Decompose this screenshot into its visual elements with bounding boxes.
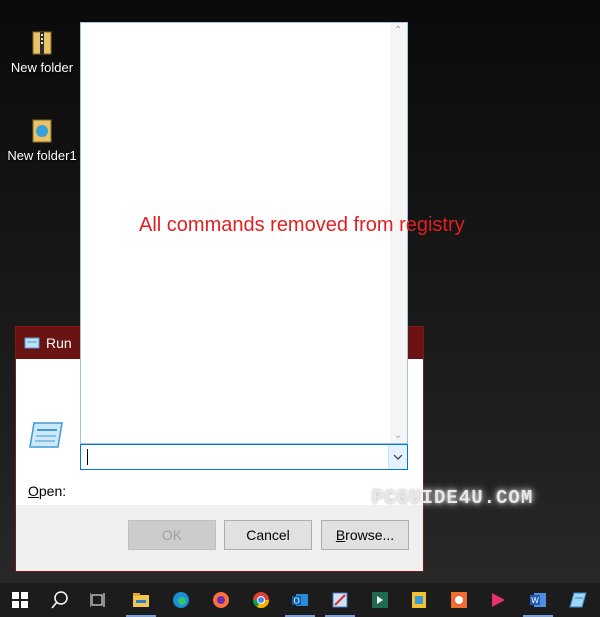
watermark: PCGUIDE4U.COM bbox=[372, 487, 534, 509]
word-icon: W bbox=[530, 593, 546, 607]
taskbar-media-player[interactable] bbox=[479, 583, 517, 617]
cancel-button[interactable]: Cancel bbox=[224, 520, 312, 550]
desktop-icon-new-folder[interactable]: New folder bbox=[2, 30, 82, 75]
app-icon bbox=[372, 592, 388, 608]
run-app-icon bbox=[29, 422, 63, 448]
chrome-icon bbox=[252, 592, 270, 609]
media-player-icon bbox=[492, 593, 505, 607]
taskbar-app-2[interactable] bbox=[559, 583, 597, 617]
notes-icon bbox=[412, 592, 426, 608]
ok-button[interactable]: OK bbox=[128, 520, 216, 550]
run-title: Run bbox=[46, 335, 72, 351]
firefox-icon bbox=[213, 592, 229, 608]
snipping-tool-icon bbox=[332, 592, 348, 608]
folder-zip-icon bbox=[32, 31, 52, 55]
app-icon-2 bbox=[569, 592, 587, 608]
desktop-icon-label: New folder bbox=[10, 60, 74, 75]
scroll-down-icon[interactable]: ⌄ bbox=[394, 430, 402, 441]
edge-icon bbox=[173, 592, 189, 608]
file-explorer-icon bbox=[133, 593, 149, 607]
taskbar-snipping-tool[interactable] bbox=[321, 583, 359, 617]
taskbar: O W bbox=[0, 583, 600, 617]
search-icon bbox=[51, 591, 68, 609]
annotation-text: All commands removed from registry bbox=[139, 214, 465, 236]
start-button[interactable] bbox=[1, 583, 39, 617]
dropdown-arrow-button[interactable] bbox=[388, 445, 407, 469]
taskbar-outlook[interactable]: O bbox=[281, 583, 319, 617]
taskbar-photo-app[interactable] bbox=[440, 583, 478, 617]
photo-app-icon bbox=[451, 592, 467, 608]
taskbar-edge[interactable] bbox=[162, 583, 200, 617]
taskbar-notes[interactable] bbox=[400, 583, 438, 617]
taskbar-app[interactable] bbox=[361, 583, 399, 617]
taskbar-chrome[interactable] bbox=[242, 583, 280, 617]
browse-button[interactable]: Browse... bbox=[321, 520, 409, 550]
desktop-icon-label: New folder1 bbox=[7, 148, 77, 163]
taskbar-firefox[interactable] bbox=[202, 583, 240, 617]
chevron-down-icon bbox=[393, 454, 403, 460]
windows-icon bbox=[12, 592, 28, 608]
open-combobox[interactable] bbox=[80, 444, 408, 470]
outlook-icon: O bbox=[292, 594, 308, 606]
text-cursor bbox=[87, 449, 88, 465]
run-title-icon bbox=[24, 337, 40, 349]
folder-zip-icon bbox=[32, 119, 52, 143]
task-view-button[interactable] bbox=[80, 583, 118, 617]
desktop-icon-new-folder1[interactable]: New folder1 bbox=[2, 118, 82, 163]
svg-text:W: W bbox=[531, 596, 539, 605]
taskbar-word[interactable]: W bbox=[519, 583, 557, 617]
open-label: Open: bbox=[28, 483, 67, 499]
svg-text:O: O bbox=[294, 597, 300, 606]
taskbar-file-explorer[interactable] bbox=[122, 583, 160, 617]
task-view-icon bbox=[90, 593, 105, 607]
search-button[interactable] bbox=[41, 583, 79, 617]
scroll-up-icon[interactable]: ⌃ bbox=[394, 25, 402, 36]
